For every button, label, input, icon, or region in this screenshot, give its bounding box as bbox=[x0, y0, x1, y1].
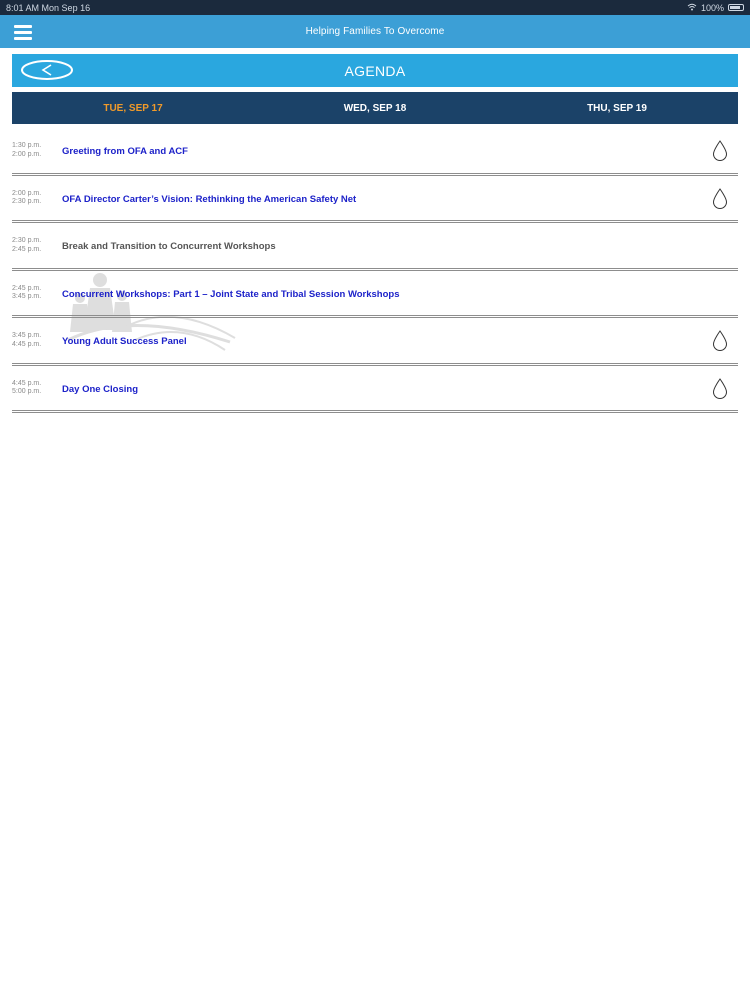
start-time: 4:45 p.m. bbox=[12, 379, 42, 387]
list-item: 2:30 p.m. 2:45 p.m. Break and Transition… bbox=[12, 223, 738, 271]
list-item[interactable]: 3:45 p.m. 4:45 p.m. Young Adult Success … bbox=[12, 318, 738, 366]
session-title[interactable]: OFA Director Carter’s Vision: Rethinking… bbox=[62, 194, 356, 205]
list-item[interactable]: 2:00 p.m. 2:30 p.m. OFA Director Carter’… bbox=[12, 176, 738, 223]
battery-percent: 100% bbox=[700, 2, 724, 13]
battery-icon bbox=[728, 4, 744, 11]
list-item[interactable]: 4:45 p.m. 5:00 p.m. Day One Closing bbox=[12, 366, 738, 413]
list-item[interactable]: 2:45 p.m. 3:45 p.m. Concurrent Workshops… bbox=[12, 271, 738, 318]
drop-icon[interactable] bbox=[712, 140, 728, 162]
start-time: 1:30 p.m. bbox=[12, 142, 42, 149]
session-times: 2:45 p.m. 3:45 p.m. bbox=[12, 285, 41, 302]
session-title[interactable]: Greeting from OFA and ACF bbox=[62, 146, 188, 157]
start-time: 2:45 p.m. bbox=[12, 284, 42, 292]
session-title[interactable]: Day One Closing bbox=[62, 384, 138, 395]
end-time: 3:45 p.m. bbox=[12, 293, 42, 300]
session-title[interactable]: Concurrent Workshops: Part 1 – Joint Sta… bbox=[62, 289, 400, 300]
start-time: 3:45 p.m. bbox=[12, 332, 42, 339]
status-left: 8:01 AM Mon Sep 16 bbox=[6, 3, 90, 13]
session-title: Break and Transition to Concurrent Works… bbox=[62, 241, 276, 252]
tab-wed-sep-18[interactable]: WED, SEP 18 bbox=[254, 92, 496, 124]
day-tabs: TUE, SEP 17 WED, SEP 18 THU, SEP 19 bbox=[12, 92, 738, 124]
session-times: 2:30 p.m. 2:45 p.m. bbox=[12, 237, 41, 254]
drop-icon[interactable] bbox=[712, 330, 728, 352]
status-bar: 8:01 AM Mon Sep 16 100% bbox=[0, 0, 750, 15]
start-time: 2:30 p.m. bbox=[12, 237, 42, 244]
session-title[interactable]: Young Adult Success Panel bbox=[62, 336, 187, 347]
app-header: Helping Families To Overcome bbox=[0, 15, 750, 48]
end-time: 2:45 p.m. bbox=[12, 245, 42, 253]
end-time: 4:45 p.m. bbox=[12, 340, 42, 348]
end-time: 2:30 p.m. bbox=[12, 198, 42, 205]
back-arrow-icon bbox=[21, 60, 73, 80]
session-times: 2:00 p.m. 2:30 p.m. bbox=[12, 190, 41, 207]
agenda-list: 1:30 p.m. 2:00 p.m. Greeting from OFA an… bbox=[12, 128, 738, 413]
drop-icon[interactable] bbox=[712, 187, 728, 210]
tab-tue-sep-17[interactable]: TUE, SEP 17 bbox=[12, 92, 254, 124]
tab-thu-sep-19[interactable]: THU, SEP 19 bbox=[496, 92, 738, 124]
end-time: 2:00 p.m. bbox=[12, 150, 42, 158]
session-times: 1:30 p.m. 2:00 p.m. bbox=[12, 142, 41, 159]
end-time: 5:00 p.m. bbox=[12, 388, 42, 395]
session-times: 3:45 p.m. 4:45 p.m. bbox=[12, 332, 41, 349]
session-times: 4:45 p.m. 5:00 p.m. bbox=[12, 380, 41, 397]
agenda-title: AGENDA bbox=[344, 62, 406, 79]
status-right: 100% bbox=[687, 3, 744, 13]
menu-icon[interactable] bbox=[14, 25, 32, 40]
status-time: 8:01 AM bbox=[6, 2, 40, 13]
start-time: 2:00 p.m. bbox=[12, 189, 42, 197]
drop-icon[interactable] bbox=[712, 377, 728, 400]
list-item[interactable]: 1:30 p.m. 2:00 p.m. Greeting from OFA an… bbox=[12, 128, 738, 176]
agenda-bar: AGENDA bbox=[12, 54, 738, 87]
back-button[interactable] bbox=[21, 60, 73, 80]
status-date: Mon Sep 16 bbox=[41, 2, 91, 13]
wifi-icon bbox=[687, 3, 697, 13]
header-title: Helping Families To Overcome bbox=[305, 26, 445, 37]
